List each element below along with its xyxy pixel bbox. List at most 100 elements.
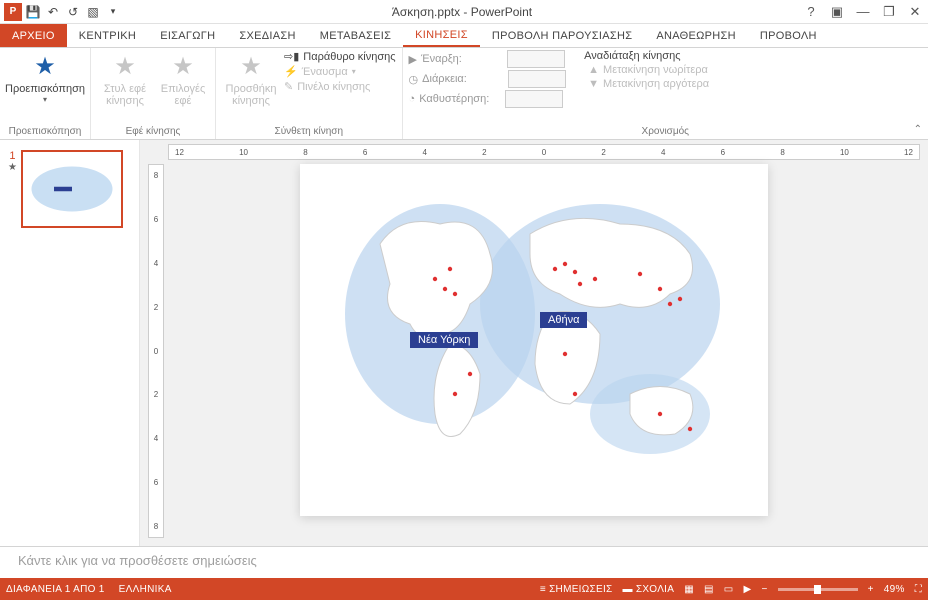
fit-to-window-icon[interactable]: ⛶ <box>915 584 922 595</box>
close-icon[interactable]: ✕ <box>906 4 924 20</box>
advanced-stack: ⇨▮Παράθυρο κίνησης ⚡Έναυσμα▾ ✎Πινέλο κίν… <box>284 50 396 124</box>
animation-styles-button: ★ Στυλ εφέ κίνησης <box>97 50 153 124</box>
tab-file[interactable]: ΑΡΧΕΙΟ <box>0 24 67 47</box>
delay-input <box>505 90 563 108</box>
delay-icon: ◔ <box>409 93 416 105</box>
qat-dropdown-icon[interactable]: ▾ <box>104 3 122 21</box>
thumbnail-1[interactable]: 1 ★ <box>8 150 131 228</box>
caret-icon: ▾ <box>43 95 47 104</box>
zoom-in-icon[interactable]: + <box>868 584 874 595</box>
comments-toggle[interactable]: ▬ΣΧΟΛΙΑ <box>623 584 675 595</box>
reading-view-icon[interactable]: ▭ <box>724 584 734 595</box>
tab-home[interactable]: ΚΕΝΤΡΙΚΗ <box>67 24 148 47</box>
tab-view[interactable]: ΠΡΟΒΟΛΗ <box>748 24 829 47</box>
group-label-advanced: Σύνθετη κίνηση <box>222 124 396 139</box>
slide-counter[interactable]: ΔΙΑΦΑΝΕΙΑ 1 ΑΠΟ 1 <box>6 584 105 595</box>
horizontal-ruler: 12108642024681012 <box>168 144 920 160</box>
tab-design[interactable]: ΣΧΕΔΙΑΣΗ <box>227 24 307 47</box>
slide-canvas[interactable]: Νέα Υόρκη Αθήνα <box>300 164 768 516</box>
slide-editor[interactable]: 12108642024681012 864202468 <box>140 140 928 546</box>
help-icon[interactable]: ? <box>802 4 820 19</box>
map-thumb-icon <box>27 161 117 217</box>
zoom-out-icon[interactable]: − <box>761 584 767 595</box>
thumbnail-number: 1 <box>9 150 15 162</box>
notes-placeholder: Κάντε κλικ για να προσθέσετε σημειώσεις <box>18 553 257 568</box>
collapse-ribbon-icon[interactable]: ⌃ <box>914 124 922 135</box>
tab-review[interactable]: ΑΝΑΘΕΩΡΗΣΗ <box>644 24 748 47</box>
options-label: Επιλογές εφέ <box>157 83 209 107</box>
animation-pane-button[interactable]: ⇨▮Παράθυρο κίνησης <box>284 50 396 63</box>
group-timing: ▶ Έναρξη: ◷Διάρκεια: ◔Καθυστέρηση: Αναδιά… <box>403 48 928 139</box>
label-athens[interactable]: Αθήνα <box>540 312 587 328</box>
animation-indicator-icon: ★ <box>8 162 17 173</box>
reorder-stack: Αναδιάταξη κίνησης ▲Μετακίνηση νωρίτερα … <box>584 50 709 124</box>
star-play-icon: ★ <box>34 52 56 81</box>
group-label-effects: Εφέ κίνησης <box>97 124 209 139</box>
group-effects: ★ Στυλ εφέ κίνησης ★ Επιλογές εφέ Εφέ κί… <box>91 48 216 139</box>
redo-icon[interactable]: ↺ <box>64 3 82 21</box>
star-plus-icon: ★ <box>240 52 262 81</box>
normal-view-icon[interactable]: ▦ <box>684 584 694 595</box>
title-bar: P 💾 ↶ ↺ ▧ ▾ Άσκηση.pptx - PowerPoint ? ▣… <box>0 0 928 24</box>
window-title: Άσκηση.pptx - PowerPoint <box>122 5 802 19</box>
start-label: Έναρξη: <box>421 53 503 65</box>
world-map[interactable]: Νέα Υόρκη Αθήνα <box>340 194 728 474</box>
slideshow-view-icon[interactable]: ▶ <box>743 584 751 595</box>
preview-button[interactable]: ★ Προεπισκόπηση ▾ <box>6 50 84 124</box>
start-input <box>507 50 565 68</box>
duration-input <box>508 70 566 88</box>
tab-transitions[interactable]: ΜΕΤΑΒΑΣΕΙΣ <box>308 24 403 47</box>
notes-toggle[interactable]: ≡ΣΗΜΕΙΩΣΕΙΣ <box>540 584 613 595</box>
group-preview: ★ Προεπισκόπηση ▾ Προεπισκόπηση <box>0 48 91 139</box>
language-indicator[interactable]: ΕΛΛΗΝΙΚΑ <box>119 584 172 595</box>
tab-animations[interactable]: ΚΙΝΗΣΕΙΣ <box>403 24 480 47</box>
zoom-slider[interactable] <box>778 588 858 591</box>
quick-access-toolbar: P 💾 ↶ ↺ ▧ ▾ <box>4 3 122 21</box>
preview-label: Προεπισκόπηση <box>5 83 85 95</box>
start-from-beginning-icon[interactable]: ▧ <box>84 3 102 21</box>
zoom-knob[interactable] <box>814 585 821 594</box>
ribbon: ★ Προεπισκόπηση ▾ Προεπισκόπηση ★ Στυλ ε… <box>0 48 928 140</box>
reorder-header: Αναδιάταξη κίνησης <box>584 50 709 62</box>
world-map-svg <box>340 194 728 474</box>
effect-options-button: ★ Επιλογές εφέ <box>157 50 209 124</box>
undo-icon[interactable]: ↶ <box>44 3 62 21</box>
duration-label: Διάρκεια: <box>422 73 504 85</box>
minimize-icon[interactable]: — <box>854 4 872 19</box>
group-advanced: ★ Προσθήκη κίνησης ⇨▮Παράθυρο κίνησης ⚡Έ… <box>216 48 403 139</box>
delay-label: Καθυστέρηση: <box>419 93 501 105</box>
move-later-button: ▼Μετακίνηση αργότερα <box>584 78 709 90</box>
restore-icon[interactable]: ❐ <box>880 4 898 20</box>
group-label-timing: Χρονισμός <box>409 124 922 139</box>
comments-icon: ▬ <box>623 584 633 595</box>
workspace: 1 ★ 12108642024681012 864202468 <box>0 140 928 546</box>
ribbon-display-icon[interactable]: ▣ <box>828 4 846 20</box>
zoom-level[interactable]: 49% <box>884 584 905 595</box>
notes-icon: ≡ <box>540 584 546 595</box>
clock-icon: ◷ <box>409 73 419 86</box>
window-controls: ? ▣ — ❐ ✕ <box>802 4 924 20</box>
sorter-view-icon[interactable]: ▤ <box>704 584 714 595</box>
pane-icon: ⇨▮ <box>284 50 299 63</box>
notes-pane[interactable]: Κάντε κλικ για να προσθέσετε σημειώσεις <box>0 546 928 578</box>
play-icon: ▶ <box>409 53 417 66</box>
tab-slideshow[interactable]: ΠΡΟΒΟΛΗ ΠΑΡΟΥΣΙΑΣΗΣ <box>480 24 644 47</box>
tab-insert[interactable]: ΕΙΣΑΓΩΓΗ <box>148 24 227 47</box>
slide-thumbnails: 1 ★ <box>0 140 140 546</box>
star-icon: ★ <box>172 52 194 81</box>
group-label-preview: Προεπισκόπηση <box>6 124 84 139</box>
styles-label: Στυλ εφέ κίνησης <box>97 83 153 107</box>
app-icon: P <box>4 3 22 21</box>
ribbon-tabs: ΑΡΧΕΙΟ ΚΕΝΤΡΙΚΗ ΕΙΣΑΓΩΓΗ ΣΧΕΔΙΑΣΗ ΜΕΤΑΒΑ… <box>0 24 928 48</box>
trigger-button: ⚡Έναυσμα▾ <box>284 65 396 78</box>
up-icon: ▲ <box>588 64 599 76</box>
move-earlier-button: ▲Μετακίνηση νωρίτερα <box>584 64 709 76</box>
down-icon: ▼ <box>588 78 599 90</box>
add-animation-button: ★ Προσθήκη κίνησης <box>222 50 280 124</box>
timing-fields: ▶ Έναρξη: ◷Διάρκεια: ◔Καθυστέρηση: <box>409 50 567 124</box>
thumbnail-preview <box>21 150 123 228</box>
save-icon[interactable]: 💾 <box>24 3 42 21</box>
animation-painter-button: ✎Πινέλο κίνησης <box>284 80 396 93</box>
vertical-ruler: 864202468 <box>148 164 164 538</box>
label-new-york[interactable]: Νέα Υόρκη <box>410 332 478 348</box>
